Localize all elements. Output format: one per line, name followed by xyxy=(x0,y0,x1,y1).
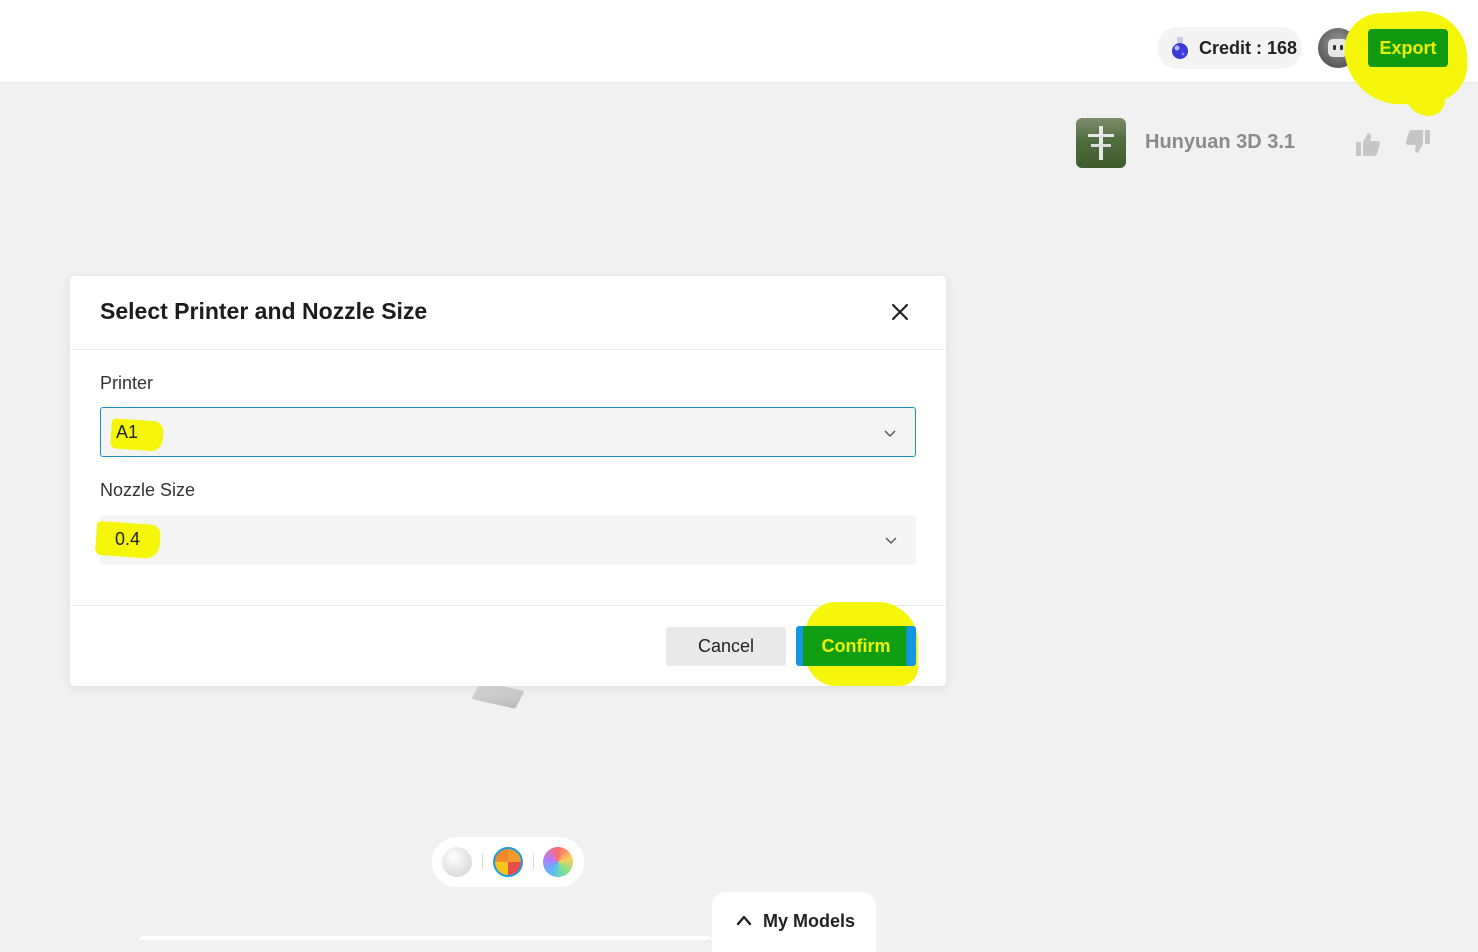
thumbs-down-icon[interactable] xyxy=(1404,128,1432,156)
printer-value: A1 xyxy=(116,422,139,442)
divider xyxy=(533,854,534,870)
material-white-option[interactable] xyxy=(442,847,472,877)
dialog-title: Select Printer and Nozzle Size xyxy=(100,298,428,324)
printer-label: Printer xyxy=(100,373,154,393)
chevron-down-icon xyxy=(885,537,897,544)
material-multicolor-option[interactable] xyxy=(493,847,523,877)
close-icon[interactable] xyxy=(888,300,912,324)
material-rainbow-option[interactable] xyxy=(543,847,573,877)
bottom-panel-edge xyxy=(140,936,712,940)
confirm-button[interactable]: Confirm xyxy=(796,626,916,666)
chevron-up-icon xyxy=(736,915,752,926)
export-button[interactable]: Export xyxy=(1368,29,1448,67)
credit-label: Credit : 168 xyxy=(1199,37,1298,58)
divider xyxy=(70,349,946,350)
thumbs-up-icon[interactable] xyxy=(1354,130,1382,158)
divider xyxy=(482,854,483,870)
printer-dialog: Select Printer and Nozzle Size Printer A… xyxy=(70,276,946,686)
model-name: Hunyuan 3D 3.1 xyxy=(1145,131,1296,153)
my-models-tab[interactable]: My Models xyxy=(712,892,876,952)
cancel-button[interactable]: Cancel xyxy=(666,627,786,666)
chevron-down-icon xyxy=(884,430,896,437)
material-selector xyxy=(432,837,584,887)
potion-icon xyxy=(1172,37,1188,59)
divider xyxy=(70,605,946,606)
credit-indicator[interactable]: Credit : 168 xyxy=(1157,27,1302,69)
model-thumbnail[interactable] xyxy=(1076,118,1126,168)
highlight-mark xyxy=(1405,80,1445,116)
nozzle-size-label: Nozzle Size xyxy=(100,480,196,500)
my-models-label: My Models xyxy=(763,911,856,931)
nozzle-size-value: 0.4 xyxy=(115,529,141,549)
printer-select[interactable]: A1 xyxy=(100,407,916,457)
nozzle-size-select[interactable]: 0.4 xyxy=(94,515,916,565)
